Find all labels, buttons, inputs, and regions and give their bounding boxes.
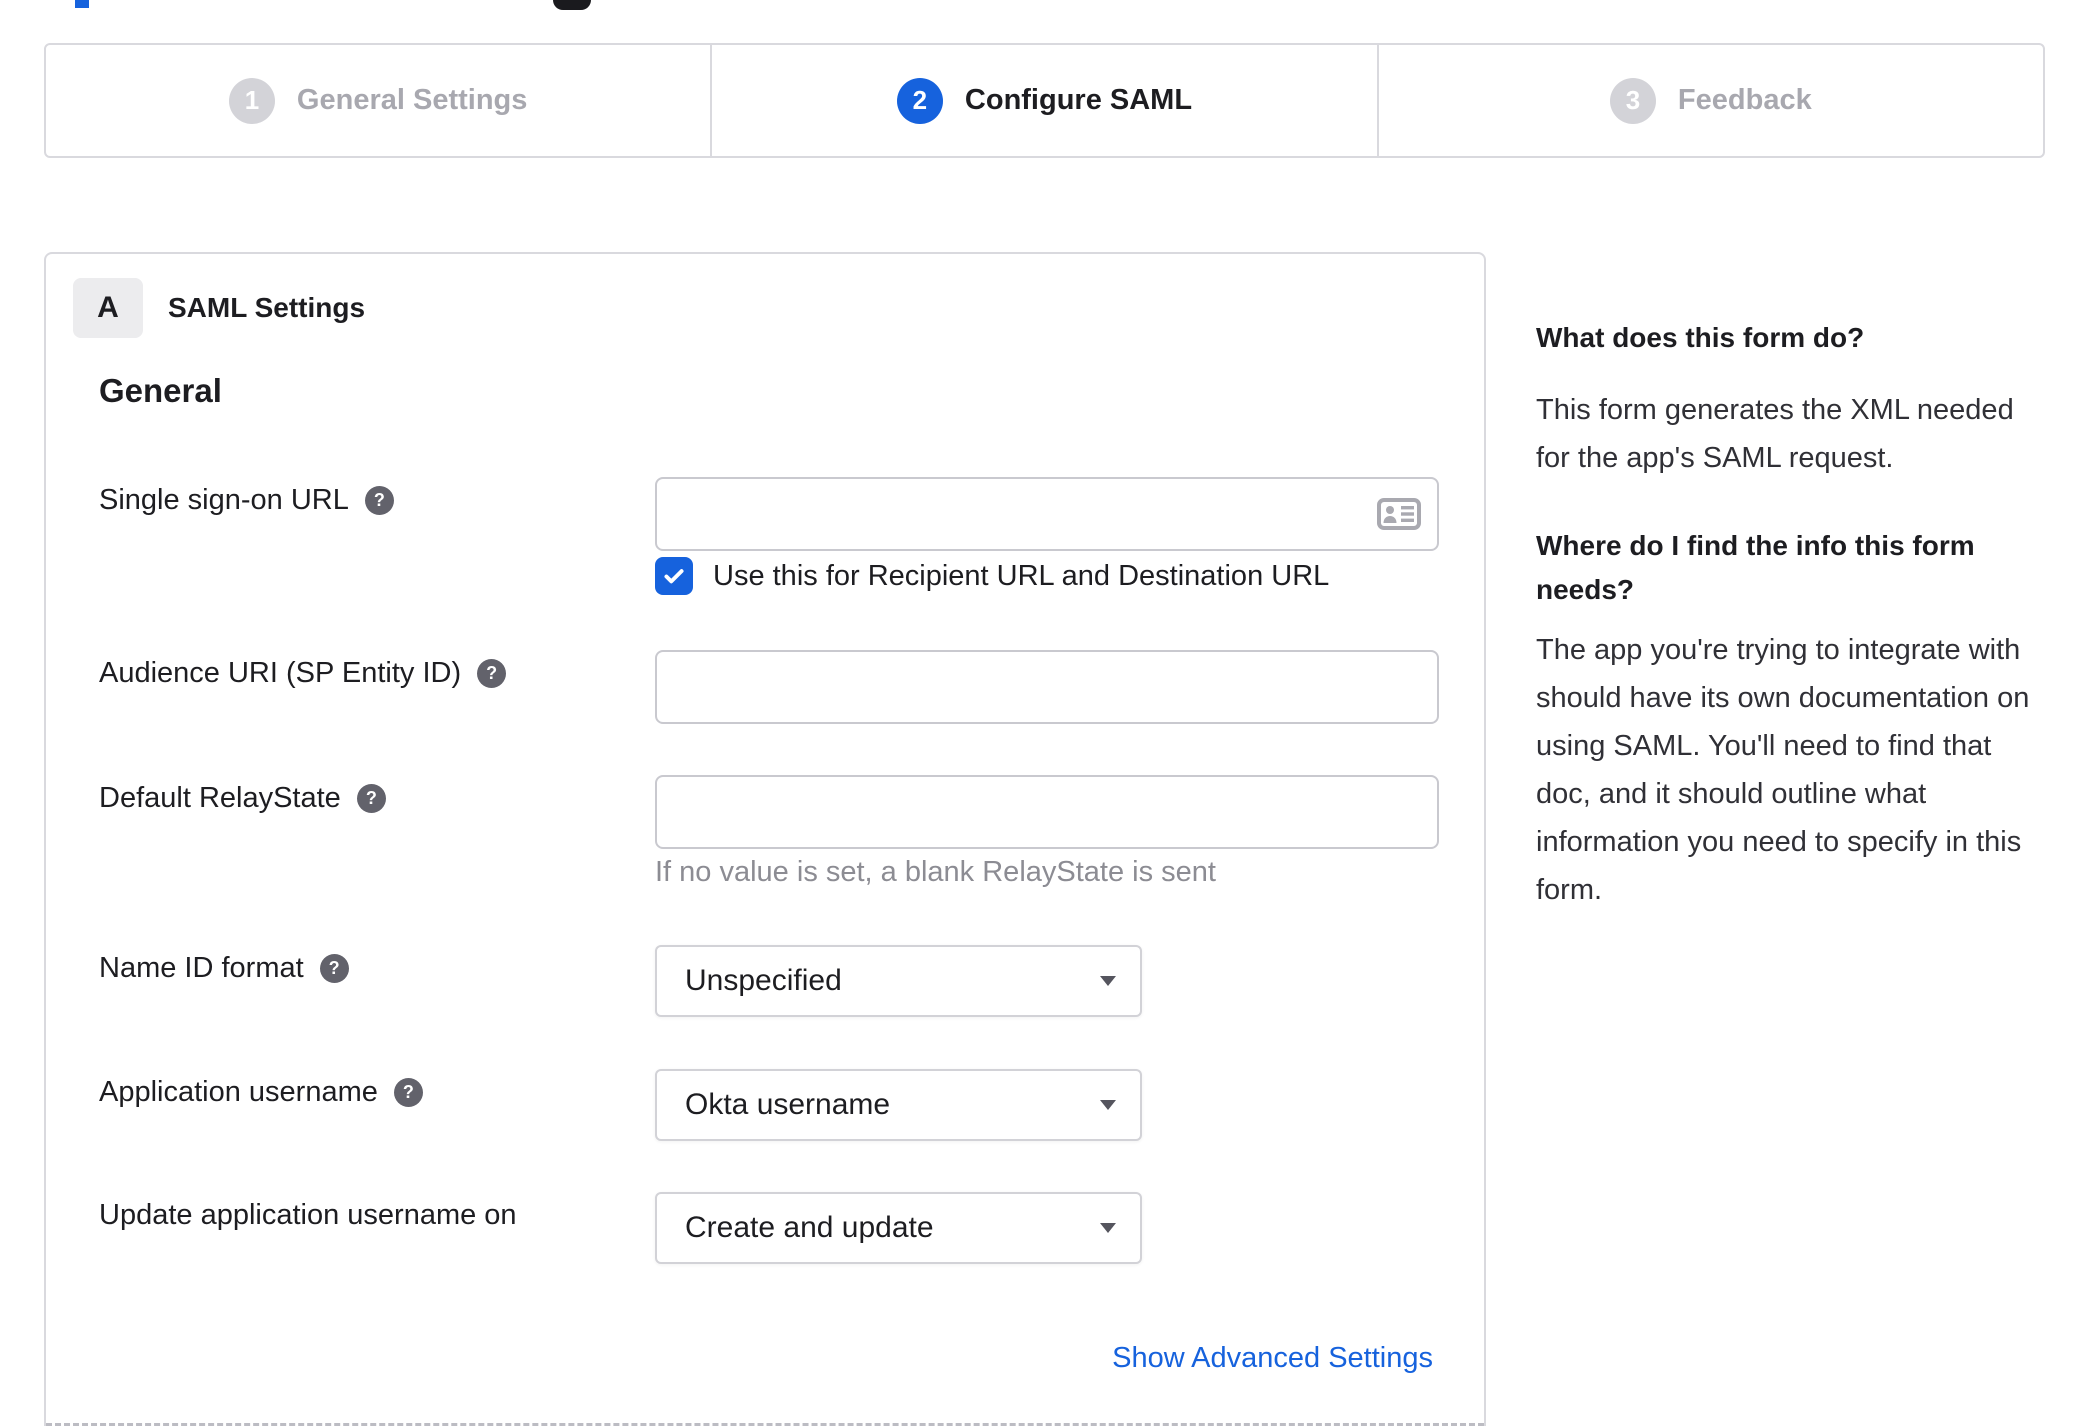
name-id-format-select[interactable]: Unspecified [655,945,1142,1017]
application-username-label: Application username ? [99,1069,423,1115]
recipient-url-checkbox[interactable] [655,557,693,595]
step-2-number-badge: 2 [896,77,943,124]
group-title-general: General [99,372,222,409]
chevron-down-icon [1100,1100,1116,1110]
help-icon[interactable]: ? [356,783,386,813]
name-id-format-label: Name ID format ? [99,945,349,991]
step-1-label: General Settings [296,84,528,116]
sso-url-label-text: Single sign-on URL [99,484,349,516]
relaystate-input-wrap [655,775,1439,849]
sidebar-body-what: This form generates the XML needed for t… [1536,394,2014,474]
step-general-settings[interactable]: 1 General Settings [46,45,710,156]
help-sidebar: What does this form do? This form genera… [1536,316,2048,914]
recipient-url-checkbox-label: Use this for Recipient URL and Destinati… [713,559,1330,592]
update-username-select[interactable]: Create and update [655,1192,1142,1264]
application-username-select[interactable]: Okta username [655,1069,1142,1141]
step-3-label: Feedback [1677,84,1812,116]
help-icon[interactable]: ? [319,953,349,983]
step-1-number-badge: 1 [228,77,275,124]
relaystate-label: Default RelayState ? [99,775,386,821]
update-username-value: Create and update [685,1211,934,1244]
update-username-label-text: Update application username on [99,1199,517,1231]
relaystate-label-text: Default RelayState [99,782,341,814]
recipient-url-checkbox-row: Use this for Recipient URL and Destinati… [655,557,1329,595]
contact-card-icon [1377,498,1421,530]
top-cropped-blue-fragment [75,0,89,8]
step-3-number-badge: 3 [1609,77,1656,124]
relaystate-hint: If no value is set, a blank RelayState i… [655,856,1216,888]
check-icon [664,569,684,584]
screen: 1 General Settings 2 Configure SAML 3 Fe… [0,0,2092,1426]
sidebar-heading-where: Where do I find the info this form needs… [1536,530,1975,605]
relaystate-input[interactable] [657,777,1437,847]
audience-uri-input[interactable] [657,652,1437,722]
audience-uri-label-text: Audience URI (SP Entity ID) [99,657,462,689]
update-username-label: Update application username on [99,1192,517,1238]
step-2-label: Configure SAML [964,84,1193,116]
application-username-label-text: Application username [99,1076,378,1108]
chevron-down-icon [1100,1223,1116,1233]
sso-url-input-wrap [655,477,1439,551]
step-feedback[interactable]: 3 Feedback [1376,45,2043,156]
help-icon[interactable]: ? [477,658,507,688]
audience-uri-input-wrap [655,650,1439,724]
sso-url-input[interactable] [657,479,1437,549]
sidebar-body-where: The app you're trying to integrate with … [1536,634,2030,906]
panel-title: SAML Settings [168,292,366,323]
name-id-format-value: Unspecified [685,964,842,997]
step-configure-saml[interactable]: 2 Configure SAML [710,45,1376,156]
application-username-value: Okta username [685,1088,891,1121]
show-advanced-settings-link[interactable]: Show Advanced Settings [1112,1342,1433,1375]
help-icon[interactable]: ? [364,485,394,515]
help-icon[interactable]: ? [393,1077,423,1107]
audience-uri-label: Audience URI (SP Entity ID) ? [99,650,507,696]
name-id-format-label-text: Name ID format [99,952,304,984]
sso-url-label: Single sign-on URL ? [99,477,394,523]
top-cropped-logo-fragment [553,0,591,10]
saml-settings-panel: A SAML Settings General Single sign-on U… [44,252,1486,1426]
chevron-down-icon [1100,976,1116,986]
wizard-stepper: 1 General Settings 2 Configure SAML 3 Fe… [44,43,2045,158]
sidebar-heading-what: What does this form do? [1536,322,1865,353]
section-a-badge: A [73,278,143,338]
